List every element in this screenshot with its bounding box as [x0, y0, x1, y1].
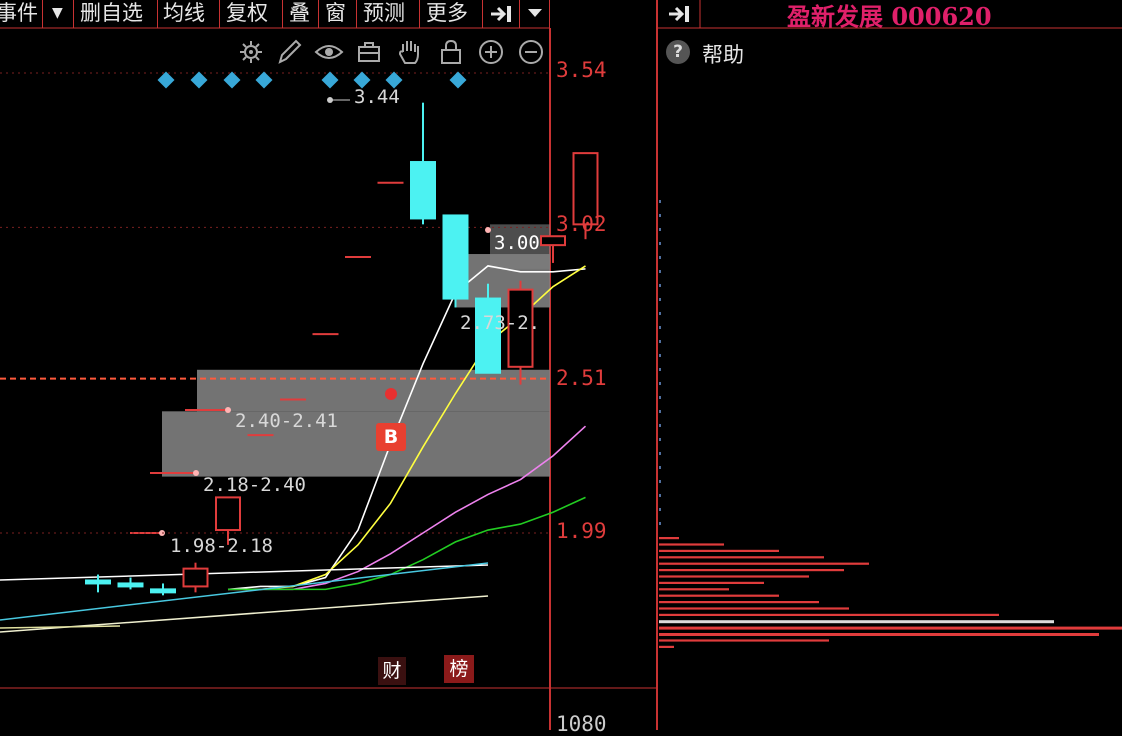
zone-marker-dot: [485, 227, 491, 233]
zoom-out-icon[interactable]: [518, 38, 544, 66]
toolbox-icon[interactable]: [356, 38, 382, 66]
volume-profile-bar: [659, 549, 779, 552]
volume-profile-tick: [659, 200, 661, 203]
volume-profile-bar: [659, 594, 779, 597]
volume-axis-label: 1080: [556, 712, 607, 736]
hand-icon[interactable]: [396, 38, 422, 66]
volume-profile-tick: [659, 438, 661, 441]
candle-body: [182, 567, 209, 588]
event-diamond-icon: [255, 71, 273, 89]
candle-body: [215, 496, 241, 532]
candle-body: [410, 161, 436, 220]
volume-profile-tick: [659, 424, 661, 427]
volume-profile-tick: [659, 270, 661, 273]
volume-profile-tick: [659, 228, 661, 231]
event-diamond-icon: [321, 71, 339, 89]
volume-profile-bar: [659, 575, 809, 578]
event-diamond-icon: [449, 71, 467, 89]
event-diamond-icon: [223, 71, 241, 89]
volume-profile-tick: [659, 354, 661, 357]
zone-label: 3.00: [494, 232, 540, 254]
volume-profile-tick: [659, 466, 661, 469]
zone-label: 2.73-2.: [460, 312, 541, 334]
candle-body: [540, 235, 566, 247]
volume-profile-tick: [659, 522, 661, 525]
eye-icon[interactable]: [314, 38, 344, 66]
high-marker-dot: [327, 97, 333, 103]
lock-icon[interactable]: [438, 38, 464, 66]
stock-name: 盈新发展: [787, 2, 883, 31]
zone-label: 2.18-2.40: [203, 474, 306, 496]
volume-profile-tick: [659, 494, 661, 497]
stock-code: 000620: [891, 2, 992, 31]
volume-profile-bar: [659, 613, 999, 616]
ma-line-long: [0, 562, 489, 621]
volume-profile-tick: [659, 326, 661, 329]
volume-profile-bar: [659, 620, 1054, 624]
draw-pen-icon[interactable]: [276, 38, 302, 66]
zone-marker-dot: [193, 470, 199, 476]
collapse-left-icon[interactable]: [666, 2, 694, 26]
candle-body: [85, 579, 111, 585]
candle-body: [475, 297, 501, 374]
volume-profile-tick: [659, 368, 661, 371]
ma-line-long: [0, 625, 121, 629]
ranking-event-badge[interactable]: 榜: [444, 655, 474, 683]
volume-profile-bar: [659, 601, 819, 604]
volume-profile-bar: [659, 581, 764, 584]
buy-signal-dot: [385, 388, 397, 400]
question-icon: ?: [666, 40, 690, 64]
buy-signal-badge[interactable]: B: [376, 423, 406, 451]
volume-profile-tick: [659, 214, 661, 217]
price-label: 3.54: [556, 58, 607, 82]
volume-profile-tick: [659, 410, 661, 413]
event-diamond-icon: [190, 71, 208, 89]
settings-icon[interactable]: [238, 38, 264, 66]
volume-profile-tick: [659, 382, 661, 385]
volume-profile-tick: [659, 452, 661, 455]
volume-profile-tick: [659, 396, 661, 399]
support-zone: [162, 411, 550, 477]
volume-profile-bar: [659, 537, 679, 540]
volume-profile-bar: [659, 633, 1099, 636]
volume-profile-tick: [659, 242, 661, 245]
price-label: 2.51: [556, 366, 607, 390]
volume-profile-tick: [659, 298, 661, 301]
volume-profile-bar: [659, 569, 844, 572]
high-price-label: 3.44: [354, 86, 400, 108]
candle-body: [442, 214, 469, 300]
finance-event-badge[interactable]: 财: [378, 657, 406, 685]
kline-chart[interactable]: [0, 0, 1122, 730]
zone-label: 2.40-2.41: [235, 410, 338, 432]
price-label: 3.02: [556, 212, 607, 236]
price-label: 1.99: [556, 519, 607, 543]
event-diamond-icon: [157, 71, 175, 89]
volume-profile-bar: [659, 588, 729, 591]
volume-profile-bar: [659, 562, 869, 565]
volume-profile-bar: [659, 639, 829, 642]
volume-profile-bar: [659, 645, 674, 648]
help-label: 帮助: [702, 43, 744, 67]
zone-marker-dot: [225, 407, 231, 413]
volume-profile-bar: [659, 607, 849, 610]
stock-title-text: 盈新发展 000620: [787, 0, 992, 32]
zoom-in-icon[interactable]: [478, 38, 504, 66]
volume-profile-bar: [659, 556, 824, 559]
support-zone: [197, 369, 550, 412]
ma-line-long: [0, 564, 489, 581]
volume-profile-tick: [659, 256, 661, 259]
volume-profile-tick: [659, 284, 661, 287]
stock-title: 盈新发展 000620: [700, 0, 1122, 31]
zone-label: 1.98-2.18: [170, 535, 273, 557]
volume-profile-tick: [659, 480, 661, 483]
volume-profile-bar: [659, 626, 1122, 630]
volume-profile-bar: [659, 543, 724, 546]
volume-profile-tick: [659, 508, 661, 511]
candle-body: [117, 582, 144, 588]
candle-body: [150, 588, 176, 594]
volume-profile-tick: [659, 340, 661, 343]
volume-profile-tick: [659, 312, 661, 315]
